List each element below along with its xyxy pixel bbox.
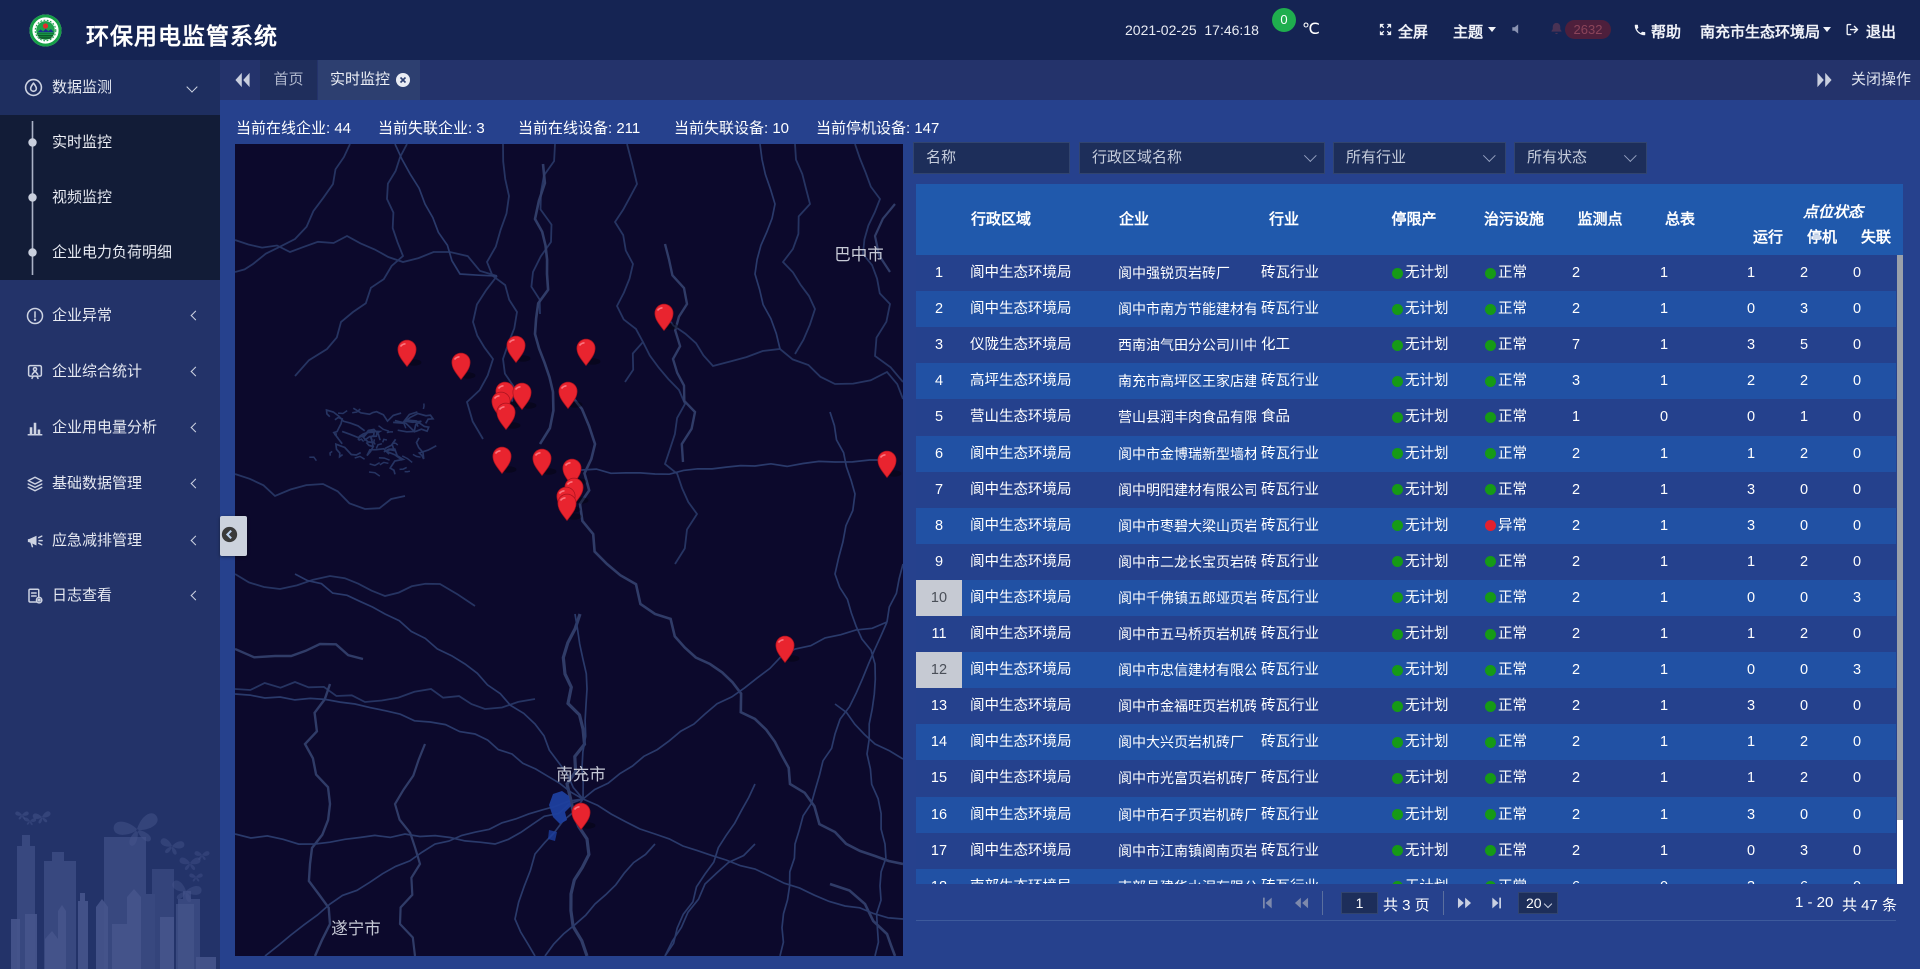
- svg-text:遂宁市: 遂宁市: [331, 919, 381, 938]
